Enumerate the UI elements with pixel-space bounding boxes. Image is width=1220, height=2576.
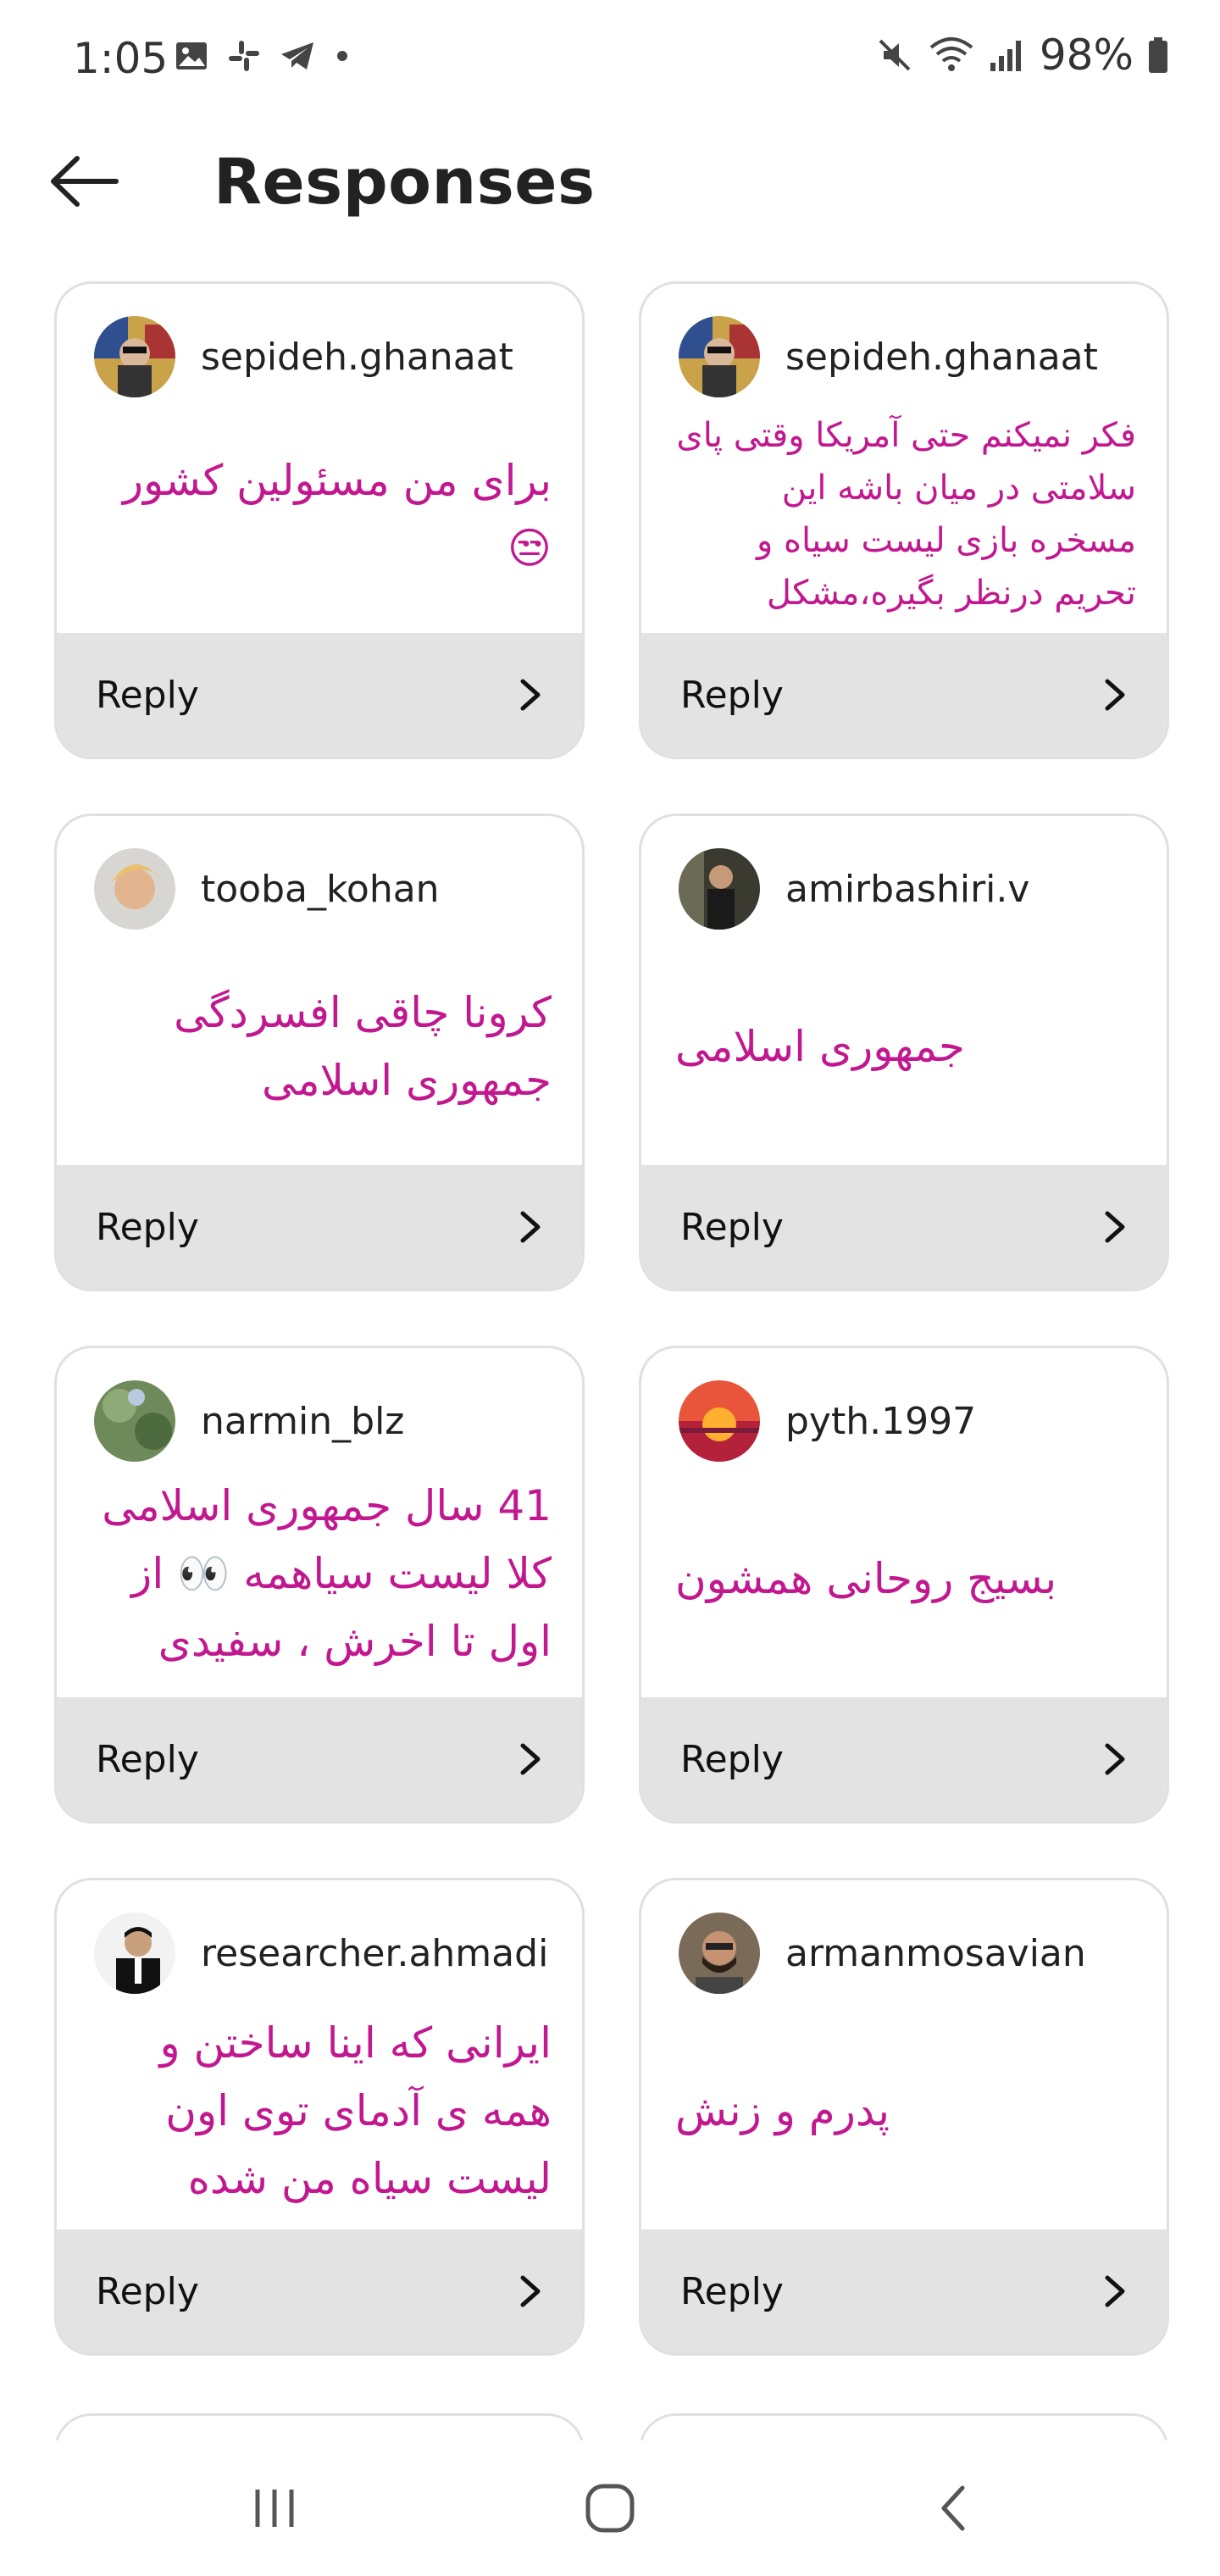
username[interactable]: tooba_kohan bbox=[201, 868, 440, 911]
chevron-right-icon bbox=[520, 679, 541, 711]
response-card: tooba_kohan کرونا چاقی افسردگی جمهوری اس… bbox=[54, 813, 585, 1291]
response-text: فکر نمیکنم حتی آمریکا وقتی پای سلامتی در… bbox=[676, 416, 1136, 613]
response-text: ایرانی که اینا ساختن و همه ی آدمای توی ا… bbox=[159, 2018, 552, 2203]
chevron-right-icon bbox=[520, 1211, 541, 1243]
username[interactable]: armanmosavian bbox=[785, 1932, 1086, 1975]
signal-icon bbox=[990, 41, 1021, 71]
notification-dot-icon bbox=[337, 51, 347, 61]
recent-apps-icon bbox=[255, 2490, 294, 2527]
reply-button[interactable]: Reply bbox=[641, 2229, 1167, 2353]
back-nav-button[interactable] bbox=[912, 2474, 996, 2542]
response-text: پدرم و زنش bbox=[675, 2086, 890, 2135]
response-card: armanmosavian پدرم و زنش Reply bbox=[639, 1878, 1169, 2356]
response-text: 41 سال جمهوری اسلامی کلا لیست سیاهمه 👀 ا… bbox=[102, 1481, 552, 1666]
reply-button[interactable]: Reply bbox=[641, 633, 1167, 757]
avatar[interactable] bbox=[679, 316, 760, 397]
chevron-right-icon bbox=[520, 2275, 541, 2307]
reply-label: Reply bbox=[680, 1205, 784, 1249]
slack-icon bbox=[229, 41, 259, 71]
avatar[interactable] bbox=[94, 1380, 175, 1462]
status-time: 1:05 bbox=[73, 34, 169, 83]
system-nav-bar bbox=[0, 2440, 1220, 2576]
reply-label: Reply bbox=[96, 1737, 199, 1781]
reply-button[interactable]: Reply bbox=[641, 1697, 1167, 1821]
mute-icon bbox=[879, 39, 911, 71]
page-title: Responses bbox=[214, 146, 596, 219]
avatar[interactable] bbox=[94, 1913, 175, 1994]
chevron-right-icon bbox=[1105, 1211, 1125, 1243]
status-bar: 1:05 98% bbox=[0, 0, 1220, 119]
username[interactable]: narmin_blz bbox=[201, 1400, 404, 1443]
reply-button[interactable]: Reply bbox=[641, 1165, 1167, 1289]
reply-label: Reply bbox=[96, 673, 199, 717]
avatar[interactable] bbox=[679, 1913, 760, 1994]
reply-button[interactable]: Reply bbox=[57, 1165, 582, 1289]
response-text: بسیج روحانی همشون bbox=[675, 1554, 1057, 1603]
header: Responses bbox=[0, 127, 1220, 237]
avatar[interactable] bbox=[94, 848, 175, 930]
home-button[interactable] bbox=[568, 2474, 652, 2542]
reply-button[interactable]: Reply bbox=[57, 633, 582, 757]
response-card: pyth.1997 بسیج روحانی همشون Reply bbox=[639, 1346, 1169, 1824]
reply-label: Reply bbox=[680, 2269, 784, 2313]
avatar[interactable] bbox=[94, 316, 175, 397]
reply-label: Reply bbox=[96, 1205, 199, 1249]
reply-label: Reply bbox=[680, 673, 784, 717]
response-text: برای من مسئولین کشور😒 bbox=[122, 456, 552, 573]
reply-button[interactable]: Reply bbox=[57, 2229, 582, 2353]
recent-apps-button[interactable] bbox=[232, 2474, 317, 2542]
response-card: amirbashiri.v جمهوری اسلامی Reply bbox=[639, 813, 1169, 1291]
username[interactable]: pyth.1997 bbox=[785, 1400, 976, 1443]
reply-label: Reply bbox=[680, 1737, 784, 1781]
response-card: sepideh.ghanaat برای من مسئولین کشور😒 Re… bbox=[54, 281, 585, 759]
username[interactable]: researcher.ahmadi bbox=[201, 1932, 548, 1975]
arrow-left-icon bbox=[51, 156, 119, 207]
home-icon bbox=[585, 2484, 635, 2533]
chevron-right-icon bbox=[1105, 2275, 1125, 2307]
reply-button[interactable]: Reply bbox=[57, 1697, 582, 1821]
chevron-right-icon bbox=[1105, 679, 1125, 711]
reply-label: Reply bbox=[96, 2269, 199, 2313]
chevron-right-icon bbox=[520, 1743, 541, 1775]
avatar[interactable] bbox=[679, 848, 760, 930]
gallery-icon bbox=[176, 42, 207, 69]
username[interactable]: sepideh.ghanaat bbox=[201, 336, 513, 379]
chevron-right-icon bbox=[1105, 1743, 1125, 1775]
battery-icon bbox=[1149, 37, 1167, 73]
chevron-left-icon bbox=[941, 2485, 965, 2531]
battery-percent: 98% bbox=[1039, 31, 1134, 80]
avatar[interactable] bbox=[679, 1380, 760, 1462]
wifi-icon bbox=[929, 37, 973, 71]
back-button[interactable] bbox=[44, 147, 125, 215]
username[interactable]: amirbashiri.v bbox=[785, 868, 1029, 911]
response-text: کرونا چاقی افسردگی جمهوری اسلامی bbox=[174, 988, 552, 1105]
response-card: narmin_blz 41 سال جمهوری اسلامی کلا لیست… bbox=[54, 1346, 585, 1824]
telegram-icon bbox=[281, 42, 313, 69]
response-text: جمهوری اسلامی bbox=[675, 1022, 965, 1071]
username[interactable]: sepideh.ghanaat bbox=[785, 336, 1098, 379]
response-card: sepideh.ghanaat فکر نمیکنم حتی آمریکا وق… bbox=[639, 281, 1169, 759]
response-card: researcher.ahmadi ایرانی که اینا ساختن و… bbox=[54, 1878, 585, 2356]
